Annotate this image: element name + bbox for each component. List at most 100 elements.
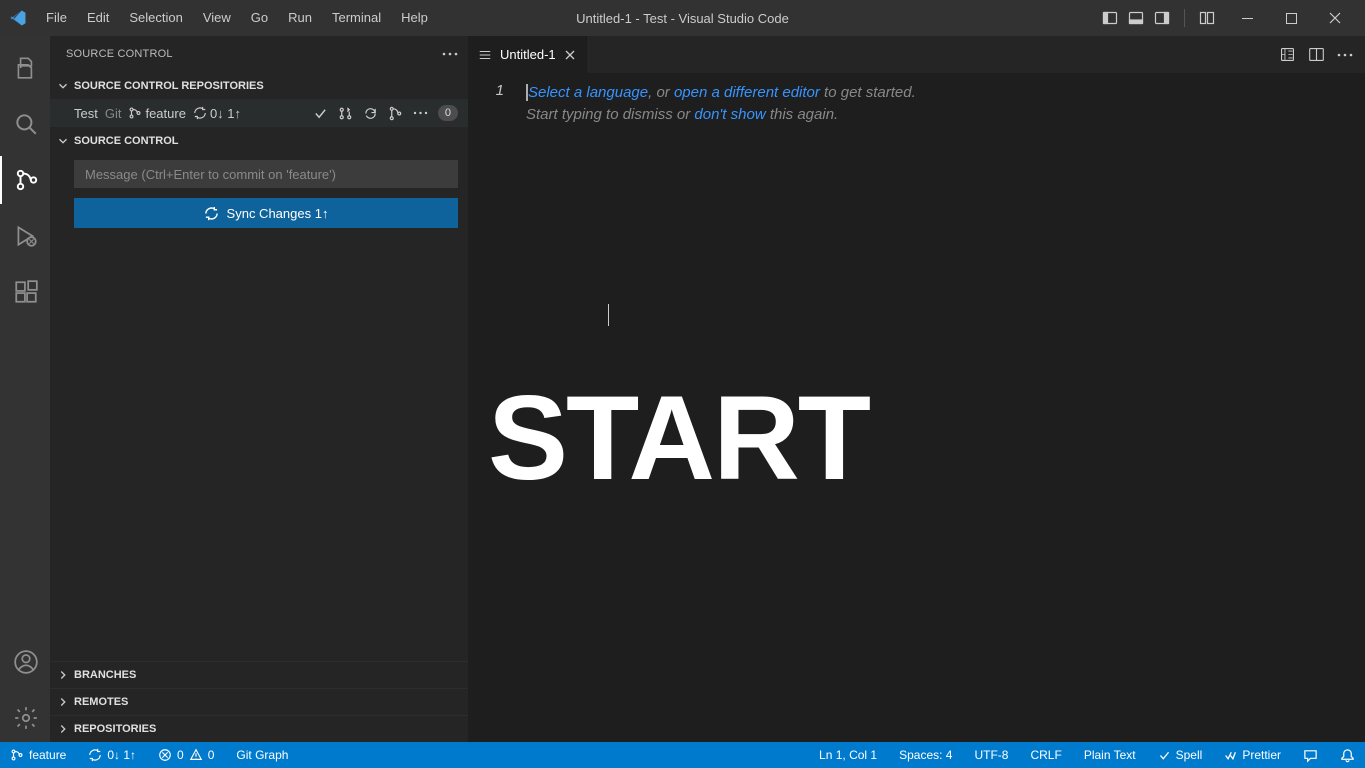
repo-vcs: Git [105, 106, 122, 121]
window-title: Untitled-1 - Test - Visual Studio Code [576, 11, 789, 26]
dont-show-link[interactable]: don't show [694, 106, 765, 123]
chevron-right-icon [56, 722, 70, 736]
commit-icon[interactable] [313, 106, 328, 121]
more-actions-icon[interactable] [442, 52, 458, 56]
errors-count: 0 [177, 748, 184, 762]
chevron-right-icon [56, 668, 70, 682]
section-label: SOURCE CONTROL REPOSITORIES [74, 80, 264, 92]
section-label: BRANCHES [74, 669, 136, 681]
tab-bar: Untitled-1 [468, 36, 1365, 74]
section-label: REMOTES [74, 696, 128, 708]
branch-name: feature [145, 106, 185, 121]
menu-go[interactable]: Go [241, 0, 278, 36]
source-control-icon[interactable] [0, 156, 50, 204]
layout-controls [1102, 9, 1225, 27]
editor-text: to get started. [820, 84, 916, 101]
prettier-label: Prettier [1242, 748, 1281, 762]
section-remotes-head[interactable]: REMOTES [50, 688, 468, 715]
section-branches-head[interactable]: BRANCHES [50, 661, 468, 688]
separator [1184, 9, 1185, 27]
status-spaces[interactable]: Spaces: 4 [893, 748, 958, 762]
refresh-icon[interactable] [363, 106, 378, 121]
menu-selection[interactable]: Selection [119, 0, 192, 36]
menu-help[interactable]: Help [391, 0, 438, 36]
explorer-icon[interactable] [1, 44, 51, 92]
branch-indicator[interactable]: feature [128, 106, 185, 121]
status-bar: feature 0↓ 1↑ 0 0 Git Graph Ln 1, Col 1 … [0, 742, 1365, 768]
status-eol[interactable]: CRLF [1024, 748, 1067, 762]
sync-status[interactable]: 0↓ 1↑ [193, 106, 241, 121]
status-prettier[interactable]: Prettier [1218, 748, 1287, 762]
create-pr-icon[interactable] [338, 106, 353, 121]
more-icon[interactable] [413, 111, 428, 115]
sidebar-title-label: SOURCE CONTROL [66, 48, 173, 60]
section-repos-head[interactable]: REPOSITORIES [50, 715, 468, 742]
spell-label: Spell [1176, 748, 1203, 762]
maximize-button[interactable] [1269, 0, 1313, 36]
layout-bottom-icon[interactable] [1128, 10, 1144, 26]
layout-right-icon[interactable] [1154, 10, 1170, 26]
settings-gear-icon[interactable] [1, 694, 51, 742]
section-source-control-head[interactable]: SOURCE CONTROL [50, 127, 468, 154]
chevron-down-icon [56, 79, 70, 93]
editor-text: this again. [766, 106, 839, 123]
editor-area[interactable]: 1 Select a language, or open a different… [468, 74, 1365, 742]
button-label: Sync Changes 1↑ [227, 206, 329, 221]
menu-edit[interactable]: Edit [77, 0, 119, 36]
overlay-start-text: START [488, 369, 869, 507]
activity-bar [0, 36, 50, 742]
status-branch-label: feature [29, 748, 66, 762]
status-spell[interactable]: Spell [1152, 748, 1209, 762]
vscode-logo-icon [0, 9, 36, 27]
menu-terminal[interactable]: Terminal [322, 0, 391, 36]
select-language-link[interactable]: Select a language [528, 84, 648, 101]
sync-changes-button[interactable]: Sync Changes 1↑ [74, 198, 458, 228]
close-button[interactable] [1313, 0, 1357, 36]
section-repositories-head[interactable]: SOURCE CONTROL REPOSITORIES [50, 72, 468, 99]
chevron-right-icon [56, 695, 70, 709]
warnings-count: 0 [208, 748, 215, 762]
status-language[interactable]: Plain Text [1078, 748, 1142, 762]
editor-text: Start typing to dismiss or [526, 106, 694, 123]
tab-untitled[interactable]: Untitled-1 [468, 36, 587, 73]
layout-left-icon[interactable] [1102, 10, 1118, 26]
repo-name: Test [74, 106, 98, 121]
run-file-icon[interactable] [1279, 46, 1296, 63]
status-git-graph[interactable]: Git Graph [230, 748, 294, 762]
chevron-down-icon [56, 134, 70, 148]
status-cursor-pos[interactable]: Ln 1, Col 1 [813, 748, 883, 762]
status-encoding[interactable]: UTF-8 [968, 748, 1014, 762]
menu-view[interactable]: View [193, 0, 241, 36]
status-feedback-icon[interactable] [1297, 748, 1324, 763]
status-bell-icon[interactable] [1334, 748, 1361, 763]
more-actions-icon[interactable] [1337, 53, 1353, 57]
side-bar: SOURCE CONTROL SOURCE CONTROL REPOSITORI… [50, 36, 468, 742]
git-graph-icon[interactable] [388, 106, 403, 121]
status-branch[interactable]: feature [4, 748, 72, 762]
customize-layout-icon[interactable] [1199, 10, 1215, 26]
close-tab-icon[interactable] [564, 49, 576, 61]
repo-row[interactable]: Test Git feature 0↓ 1↑ 0 [50, 99, 468, 127]
menu-run[interactable]: Run [278, 0, 322, 36]
minimize-button[interactable] [1225, 0, 1269, 36]
sync-text: 0↓ 1↑ [210, 106, 241, 121]
search-icon[interactable] [1, 100, 51, 148]
extensions-icon[interactable] [1, 268, 51, 316]
commit-message-input[interactable] [74, 160, 458, 188]
editor-group: Untitled-1 1 Select a language, or open … [468, 36, 1365, 742]
accounts-icon[interactable] [1, 638, 51, 686]
split-editor-icon[interactable] [1308, 46, 1325, 63]
run-debug-icon[interactable] [1, 212, 51, 260]
file-icon [478, 48, 492, 62]
tab-label: Untitled-1 [500, 47, 556, 62]
caret-icon [608, 304, 609, 326]
sidebar-title: SOURCE CONTROL [50, 36, 468, 72]
status-problems[interactable]: 0 0 [152, 748, 220, 762]
section-label: SOURCE CONTROL [74, 135, 179, 147]
menu-bar: File Edit Selection View Go Run Terminal… [36, 0, 438, 36]
line-number: 1 [468, 82, 522, 99]
menu-file[interactable]: File [36, 0, 77, 36]
status-sync-label: 0↓ 1↑ [107, 748, 136, 762]
status-sync[interactable]: 0↓ 1↑ [82, 748, 142, 762]
open-editor-link[interactable]: open a different editor [674, 84, 820, 101]
